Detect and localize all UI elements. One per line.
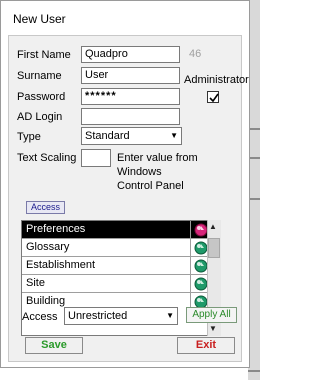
apply-all-button[interactable]: Apply All xyxy=(186,307,237,323)
green-access-icon xyxy=(194,241,208,255)
surname-label: Surname xyxy=(17,70,62,82)
checkmark-icon xyxy=(209,93,219,103)
chevron-down-icon: ▼ xyxy=(170,131,178,140)
background-divider xyxy=(248,370,260,372)
text-scaling-input[interactable] xyxy=(81,149,111,167)
column-divider xyxy=(190,275,191,293)
access-select[interactable]: Unrestricted ▼ xyxy=(64,307,178,325)
first-name-label: First Name xyxy=(17,49,71,61)
list-item-glossary[interactable]: Glossary xyxy=(22,239,220,257)
text-scaling-hint-line1: Enter value from Windows xyxy=(117,152,198,178)
column-divider xyxy=(190,221,191,239)
scroll-down-icon[interactable]: ▼ xyxy=(209,324,217,333)
chevron-down-icon: ▼ xyxy=(166,311,174,320)
password-input[interactable]: ****** xyxy=(81,88,180,105)
dialog-body: First Name Quadpro 46 Surname User Admin… xyxy=(8,35,249,362)
column-divider xyxy=(190,239,191,257)
list-item-label: Preferences xyxy=(26,223,86,235)
save-button[interactable]: Save xyxy=(25,337,83,354)
title-bar[interactable]: New User xyxy=(1,1,249,35)
red-access-icon xyxy=(194,223,208,237)
text-scaling-hint: Enter value from Windows Control Panel xyxy=(117,151,241,193)
access-label: Access xyxy=(22,311,58,323)
char-count: 46 xyxy=(189,48,202,60)
surname-input[interactable]: User xyxy=(81,67,180,84)
access-tab-button[interactable]: Access xyxy=(26,201,66,214)
green-access-icon xyxy=(194,277,208,291)
type-label: Type xyxy=(17,131,41,143)
text-scaling-label: Text Scaling xyxy=(17,152,77,164)
list-item-label: Glossary xyxy=(26,241,70,253)
column-divider xyxy=(190,257,191,275)
exit-button[interactable]: Exit xyxy=(177,337,235,354)
list-item-site[interactable]: Site xyxy=(22,275,220,293)
list-item-establishment[interactable]: Establishment xyxy=(22,257,220,275)
type-select[interactable]: Standard ▼ xyxy=(81,127,182,145)
scrollbar-thumb[interactable] xyxy=(208,238,220,258)
password-label: Password xyxy=(17,91,66,103)
ad-login-input[interactable] xyxy=(81,108,180,125)
type-select-value: Standard xyxy=(85,130,130,142)
administrator-label: Administrator xyxy=(184,74,249,86)
list-item-label: Building xyxy=(26,295,66,307)
green-access-icon xyxy=(194,259,208,273)
ad-login-label: AD Login xyxy=(17,111,63,123)
list-item-label: Site xyxy=(26,277,45,289)
new-user-dialog: New User First Name Quadpro 46 Surname U… xyxy=(0,0,250,368)
list-item-preferences[interactable]: Preferences xyxy=(22,221,220,239)
access-select-value: Unrestricted xyxy=(68,310,128,322)
list-item-label: Establishment xyxy=(26,259,96,271)
scroll-up-icon[interactable]: ▲ xyxy=(209,222,217,231)
first-name-input[interactable]: Quadpro xyxy=(81,46,180,63)
text-scaling-hint-line2: Control Panel xyxy=(117,180,184,192)
dialog-title: New User xyxy=(13,12,66,26)
administrator-checkbox[interactable] xyxy=(207,91,219,103)
